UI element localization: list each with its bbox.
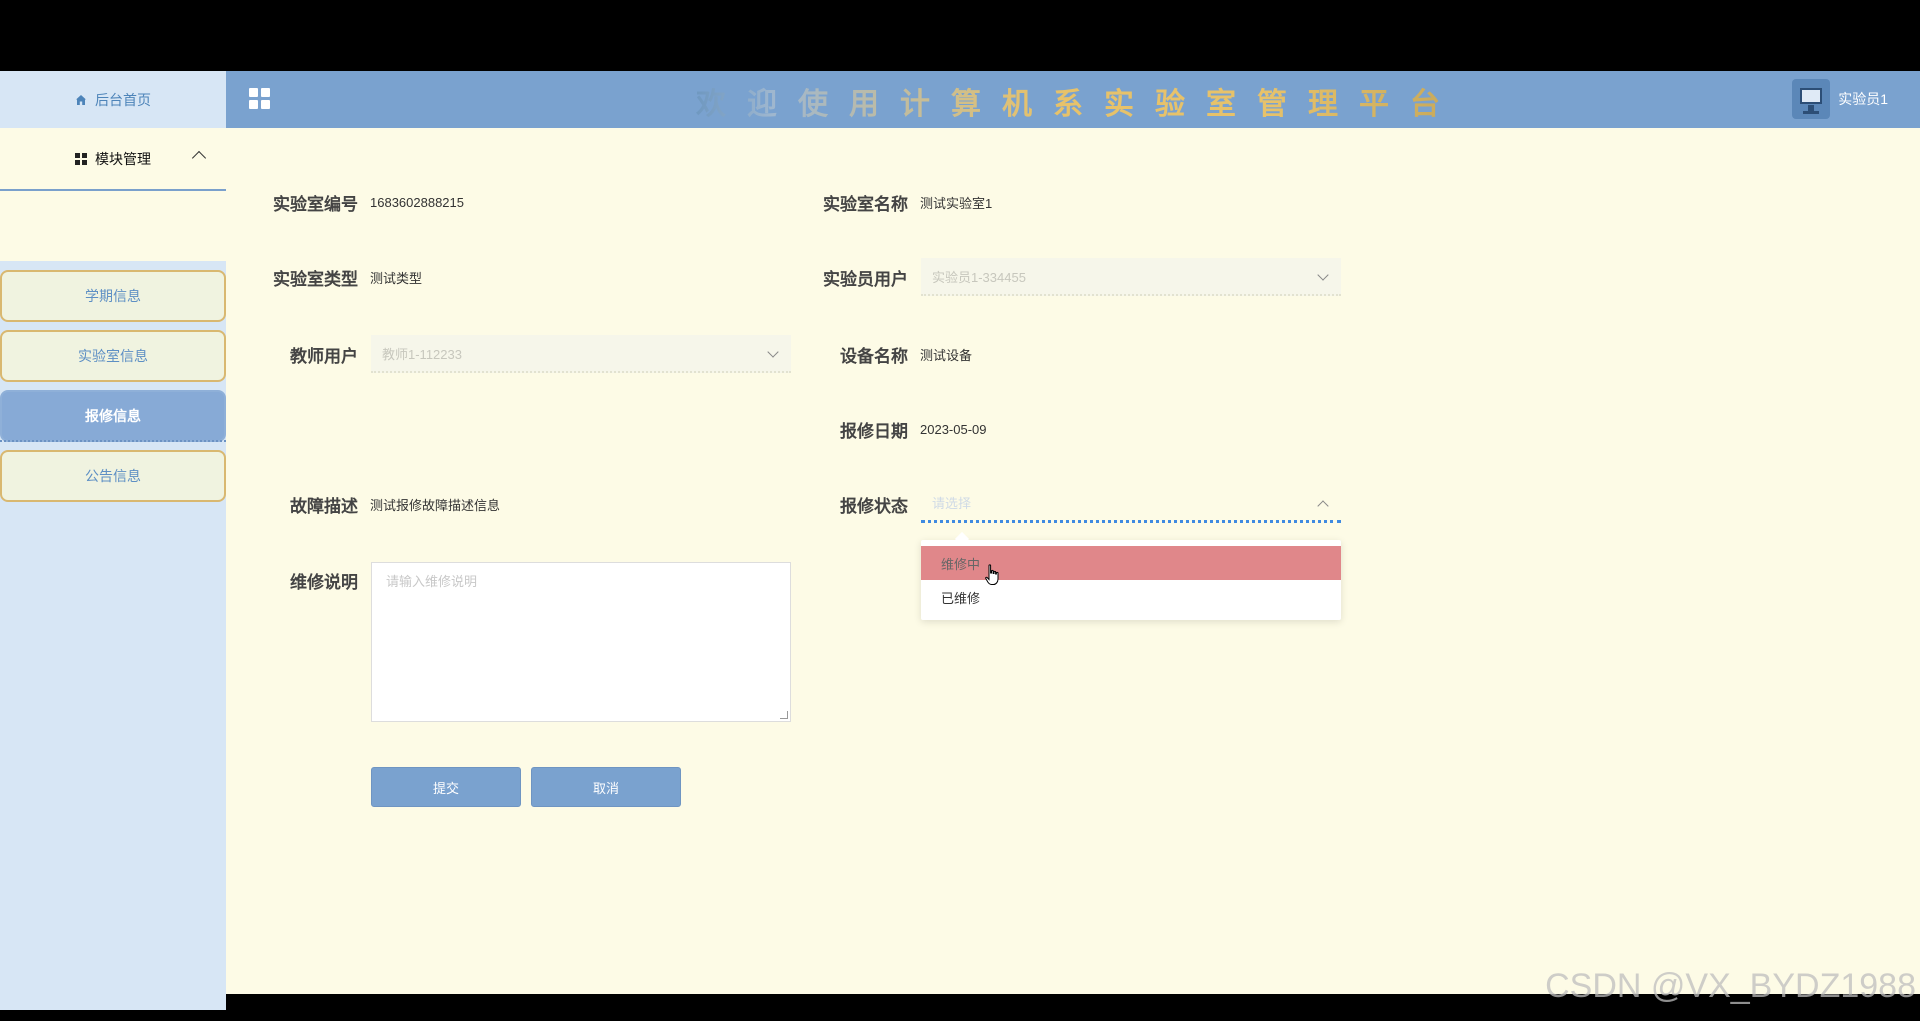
sidebar-item-label: 报修信息 xyxy=(85,408,141,424)
repair-note-label: 维修说明 xyxy=(290,572,358,592)
watermark: CSDN @VX_BYDZ1988 xyxy=(1545,967,1916,1005)
device-value: 测试设备 xyxy=(920,347,973,363)
field-lab-name: 实验室名称 测试实验室1 xyxy=(823,183,992,221)
submit-button[interactable]: 提交 xyxy=(371,767,521,807)
sidebar: 后台首页 模块管理 学期信息 实验室信息 报修信息 公告信息 xyxy=(0,71,226,1010)
device-label: 设备名称 xyxy=(840,346,908,366)
lab-type-label: 实验室类型 xyxy=(273,269,358,289)
sidebar-module-group: 模块管理 xyxy=(0,128,226,261)
sidebar-item-label: 公告信息 xyxy=(85,468,141,484)
field-repair-status: 报修状态 xyxy=(840,485,908,523)
teacher-label: 教师用户 xyxy=(290,346,358,366)
field-repair-note: 维修说明 xyxy=(290,561,358,599)
user-menu[interactable]: 实验员1 xyxy=(1792,79,1888,119)
sidebar-item-repair[interactable]: 报修信息 xyxy=(0,390,226,442)
repair-status-label: 报修状态 xyxy=(840,496,908,516)
repair-status-placeholder: 请选择 xyxy=(932,496,972,511)
hand-cursor-icon xyxy=(985,564,999,585)
cancel-button[interactable]: 取消 xyxy=(531,767,681,807)
grid-icon xyxy=(75,152,87,165)
repair-date-value: 2023-05-09 xyxy=(920,421,987,437)
sidebar-item-home[interactable]: 后台首页 xyxy=(0,71,226,128)
sidebar-divider xyxy=(0,440,226,442)
repair-status-dropdown: 维修中 已维修 xyxy=(921,540,1341,620)
repair-note-textarea[interactable]: 请输入维修说明 xyxy=(371,562,791,722)
sidebar-home-label: 后台首页 xyxy=(95,91,151,108)
option-repairing[interactable]: 维修中 xyxy=(921,546,1341,580)
repair-note-placeholder: 请输入维修说明 xyxy=(386,574,478,589)
lab-type-value: 测试类型 xyxy=(370,270,423,286)
sidebar-item-semester[interactable]: 学期信息 xyxy=(0,270,226,322)
sidebar-item-label: 学期信息 xyxy=(85,288,141,304)
sidebar-item-notice[interactable]: 公告信息 xyxy=(0,450,226,502)
lab-user-select[interactable]: 实验员1-334455 xyxy=(921,258,1341,296)
field-device: 设备名称 测试设备 xyxy=(840,335,972,373)
page-title: 欢迎使用计算机系实验室管理平台 xyxy=(696,79,1461,123)
field-lab-user: 实验员用户 xyxy=(823,258,908,296)
field-repair-date: 报修日期 2023-05-09 xyxy=(840,410,987,448)
lab-name-value: 测试实验室1 xyxy=(920,195,993,211)
repair-status-select[interactable]: 请选择 xyxy=(921,485,1341,523)
sidebar-item-label: 实验室信息 xyxy=(78,348,148,364)
field-fault-desc: 故障描述 测试报修故障描述信息 xyxy=(290,485,500,523)
apps-grid-icon[interactable] xyxy=(249,88,270,109)
lab-no-value: 1683602888215 xyxy=(370,194,464,210)
sidebar-module-label: 模块管理 xyxy=(95,150,151,167)
resize-handle[interactable] xyxy=(780,711,788,719)
lab-user-select-value: 实验员1-334455 xyxy=(932,269,1026,285)
sidebar-item-lab[interactable]: 实验室信息 xyxy=(0,330,226,382)
repair-date-label: 报修日期 xyxy=(840,421,908,441)
chevron-down-icon xyxy=(1317,269,1329,281)
avatar xyxy=(1792,79,1831,119)
username: 实验员1 xyxy=(1838,91,1888,107)
teacher-select-value: 教师1-112233 xyxy=(382,346,462,362)
chevron-up-icon xyxy=(191,150,207,166)
sidebar-menu: 学期信息 实验室信息 报修信息 公告信息 xyxy=(0,270,226,510)
teacher-select[interactable]: 教师1-112233 xyxy=(371,335,791,373)
field-lab-no: 实验室编号 1683602888215 xyxy=(273,183,464,221)
lab-user-label: 实验员用户 xyxy=(823,269,908,289)
home-icon xyxy=(76,94,86,105)
lab-no-label: 实验室编号 xyxy=(273,194,358,214)
option-repaired[interactable]: 已维修 xyxy=(921,580,1341,614)
field-teacher: 教师用户 xyxy=(290,335,358,373)
field-lab-type: 实验室类型 测试类型 xyxy=(273,258,422,296)
lab-name-label: 实验室名称 xyxy=(823,194,908,214)
fault-desc-value: 测试报修故障描述信息 xyxy=(370,497,501,513)
fault-desc-label: 故障描述 xyxy=(290,496,358,516)
chevron-down-icon xyxy=(767,346,779,358)
chevron-up-icon xyxy=(1317,500,1329,512)
top-header: 欢迎使用计算机系实验室管理平台 实验员1 xyxy=(226,71,1920,128)
sidebar-module-header[interactable]: 模块管理 xyxy=(0,128,226,191)
app-root: 后台首页 模块管理 学期信息 实验室信息 报修信息 公告信息 欢迎使用计算机系实… xyxy=(0,0,1920,1021)
